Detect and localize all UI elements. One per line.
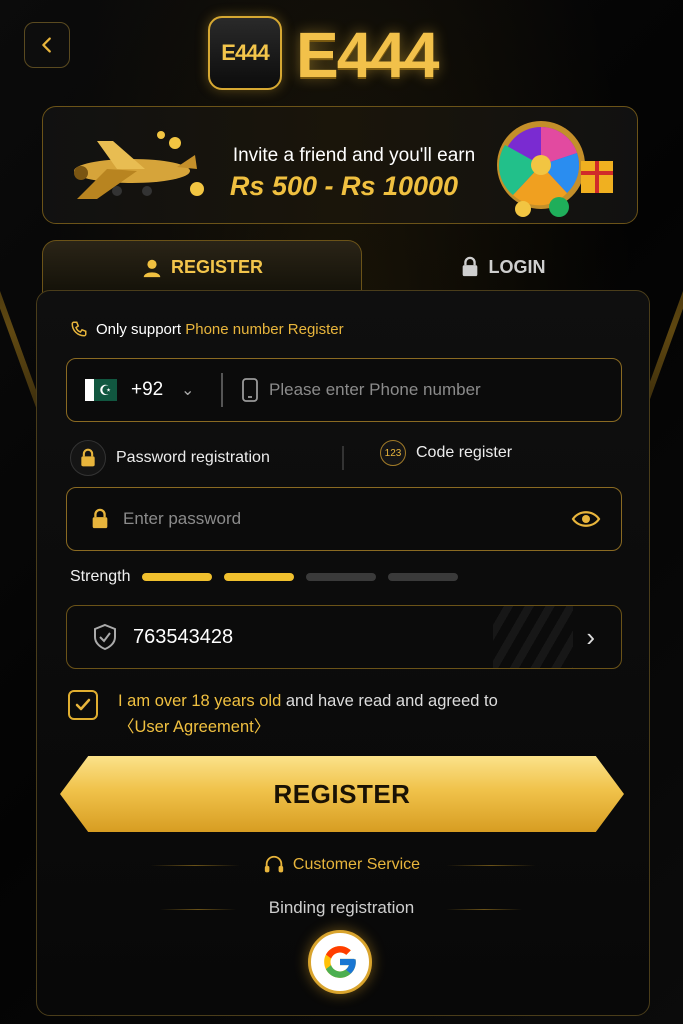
binding-registration-label: Binding registration [268, 898, 415, 917]
eye-icon[interactable] [571, 508, 601, 530]
invite-banner[interactable]: Invite a friend and you'll earn Rs 500 -… [42, 106, 638, 224]
back-button[interactable] [24, 22, 70, 68]
checkmark-icon [75, 698, 91, 711]
strength-bar [306, 573, 377, 581]
lock-icon [92, 508, 108, 529]
number-badge-icon: 123 [380, 440, 406, 466]
headset-icon [264, 855, 284, 873]
password-field[interactable] [66, 487, 622, 551]
support-notice: Only support Phone number Register [70, 320, 344, 338]
chevron-right-icon[interactable]: › [586, 622, 595, 653]
google-icon [324, 946, 356, 978]
google-login-button[interactable] [308, 930, 372, 994]
phone-input[interactable] [269, 370, 599, 410]
invite-code-field[interactable]: 763543428 › [66, 605, 622, 669]
password-strength: Strength [70, 568, 459, 586]
invite-code-value: 763543428 [133, 625, 234, 648]
smartphone-icon [242, 378, 258, 402]
user-agreement-link[interactable]: 〈User Agreement〉 [118, 718, 270, 736]
user-icon [143, 259, 161, 277]
phone-call-icon [71, 321, 87, 337]
mode-password-registration[interactable]: Password registration [70, 440, 270, 476]
logo-text: E444 [296, 19, 439, 91]
mode-code-label: Code register [416, 444, 513, 461]
lock-icon [70, 440, 106, 476]
tab-register[interactable]: REGISTER [42, 240, 362, 294]
prize-wheel-icon [497, 121, 613, 217]
logo-badge: E444 [208, 16, 282, 90]
support-prefix: Only support [96, 320, 186, 338]
agree-checkbox[interactable] [68, 690, 98, 720]
lock-icon [462, 256, 477, 277]
shield-icon [94, 623, 116, 651]
registration-modes: Password registration 123 Code register [70, 440, 626, 476]
support-highlight: Phone number Register [185, 320, 344, 338]
strength-bar [224, 573, 295, 581]
chevron-left-icon [42, 37, 51, 53]
logo-badge-text: E444 [221, 40, 269, 65]
tab-login-label: LOGIN [488, 256, 546, 277]
mode-code-register[interactable]: 123 Code register [380, 440, 512, 466]
decorative-stripes [493, 606, 573, 668]
password-input[interactable] [123, 499, 553, 539]
agreement-row: I am over 18 years old and have read and… [68, 688, 498, 740]
customer-service-link[interactable]: Customer Service [0, 854, 683, 876]
country-code[interactable]: +92 [131, 379, 163, 401]
chevron-down-icon[interactable]: ⌄ [181, 380, 194, 400]
airplane-icon [74, 131, 204, 199]
divider [342, 446, 344, 470]
agree-mid: and have read and agreed to [281, 692, 498, 710]
tab-login[interactable]: LOGIN [362, 240, 642, 294]
strength-label: Strength [70, 568, 131, 585]
divider [221, 373, 223, 407]
strength-bar [142, 573, 213, 581]
banner-line2: Rs 500 - Rs 10000 [229, 171, 459, 201]
agree-prefix: I am [118, 692, 155, 710]
customer-service-label: Customer Service [292, 856, 421, 873]
pakistan-flag-icon[interactable] [85, 379, 117, 401]
strength-bar [388, 573, 459, 581]
phone-field[interactable]: +92 ⌄ [66, 358, 622, 422]
banner-line1: Invite a friend and you'll earn [232, 145, 476, 166]
agreement-text: I am over 18 years old and have read and… [118, 688, 498, 740]
tab-register-label: REGISTER [170, 257, 263, 277]
mode-password-label: Password registration [116, 449, 270, 466]
register-button[interactable]: REGISTER [60, 756, 624, 832]
agree-highlight: over 18 years old [154, 692, 282, 710]
